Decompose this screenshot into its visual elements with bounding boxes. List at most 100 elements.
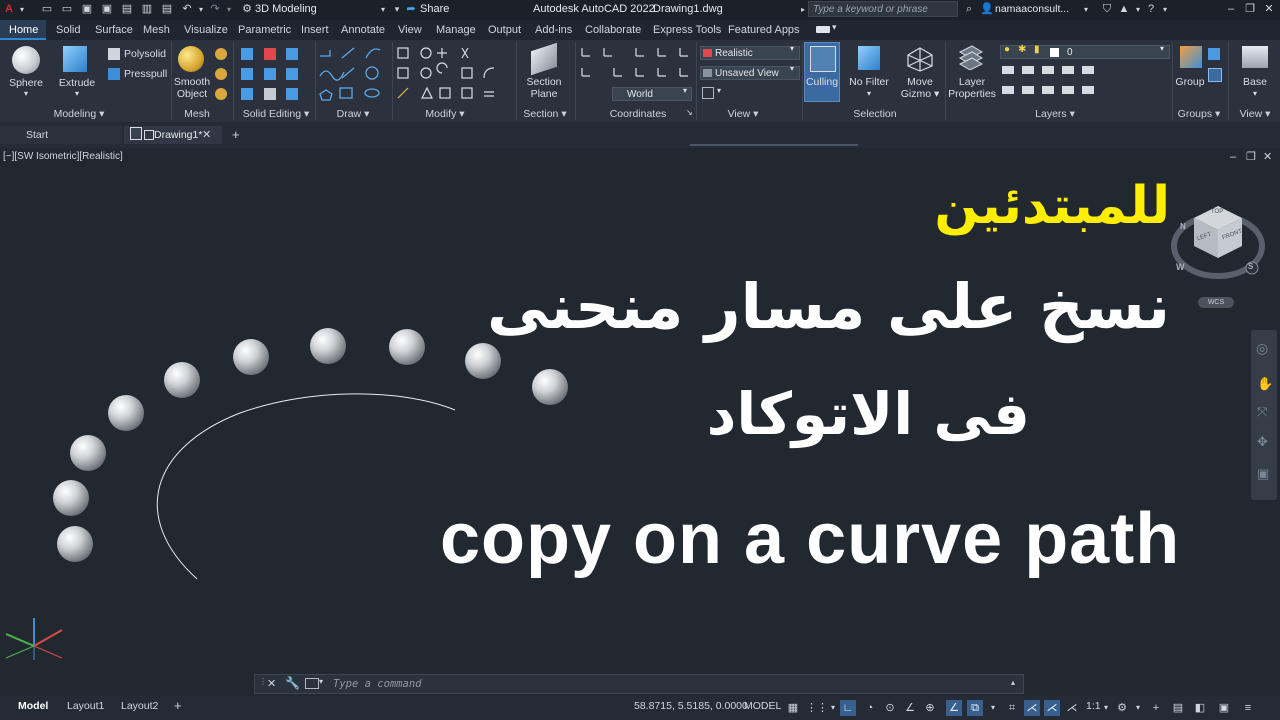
close-command-line-icon[interactable]: ✕ xyxy=(267,677,276,690)
base-view-icon[interactable] xyxy=(1242,46,1268,68)
tab-manage[interactable]: Manage xyxy=(436,24,476,36)
autocad-logo-icon[interactable]: A xyxy=(2,2,16,17)
status-bar-customize-icon[interactable]: ≡ xyxy=(1240,700,1256,716)
polar-icon[interactable]: ◔ xyxy=(862,700,878,716)
smooth-object-button[interactable]: Smooth xyxy=(170,76,214,88)
ribbon-minimize-icon[interactable] xyxy=(816,26,830,33)
user-dropdown-icon[interactable]: ▾ xyxy=(1079,2,1093,17)
refine-mesh-icon[interactable] xyxy=(215,88,227,100)
object-snap-tracking-icon[interactable]: ∠ xyxy=(902,700,918,716)
visual-style-dropdown-icon[interactable]: ▾ xyxy=(790,44,794,53)
selection-cycling-icon[interactable]: ⧉ xyxy=(967,700,983,716)
section-plane-icon[interactable] xyxy=(531,42,557,76)
show-motion-icon[interactable]: ▣ xyxy=(1257,466,1269,482)
layout-tab-layout2[interactable]: Layout2 xyxy=(121,700,158,712)
search-icon[interactable]: ⌕ xyxy=(962,2,976,17)
tab-home[interactable]: Home xyxy=(9,24,38,36)
save-web-icon[interactable]: ▥ xyxy=(140,2,154,17)
section-panel-title[interactable]: Section ▾ xyxy=(514,108,576,121)
sphere-copy[interactable] xyxy=(108,395,144,431)
base-view-dropdown-icon[interactable]: ▾ xyxy=(1249,88,1261,100)
view-panel-title[interactable]: View ▾ xyxy=(708,108,778,121)
user-name[interactable]: namaaconsult... xyxy=(995,3,1069,15)
tab-surface[interactable]: Surface xyxy=(95,24,133,36)
sphere-copy[interactable] xyxy=(233,339,269,375)
viewcube-north-label[interactable]: N xyxy=(1180,222,1186,231)
group-selection-toggle-icon[interactable] xyxy=(1208,68,1222,82)
view2-panel-title[interactable]: View ▾ xyxy=(1230,108,1280,121)
new-file-icon[interactable]: ▭ xyxy=(40,2,54,17)
sphere-copy[interactable] xyxy=(53,480,89,516)
mesh-panel-title[interactable]: Mesh xyxy=(172,108,222,121)
workspace-settings-dropdown-icon[interactable]: ▾ xyxy=(1130,700,1146,716)
annotation-scale-dropdown-icon[interactable]: ▾ xyxy=(1098,700,1114,716)
layer-tools-icons[interactable] xyxy=(1000,64,1094,98)
undo-icon[interactable]: ↶ xyxy=(180,2,194,17)
zoom-extents-icon[interactable]: ⤧ xyxy=(1257,404,1267,420)
viewport-config-dropdown-icon[interactable]: ▾ xyxy=(717,86,721,95)
tab-annotate[interactable]: Annotate xyxy=(341,24,385,36)
sphere-copy[interactable] xyxy=(465,343,501,379)
lineweight-icon[interactable]: ⊕ xyxy=(922,700,938,716)
workspace-dropdown-icon[interactable]: ▾ xyxy=(376,2,390,17)
new-tab-plus-icon[interactable]: + xyxy=(232,127,240,142)
tab-visualize[interactable]: Visualize xyxy=(184,24,228,36)
auto-scale-icon[interactable]: ⋌ xyxy=(1044,700,1060,716)
connect-icon[interactable]: ▲ xyxy=(1117,2,1131,17)
sphere-copy[interactable] xyxy=(389,329,425,365)
command-grip-icon[interactable]: ⋮ xyxy=(259,677,267,686)
tab-parametric[interactable]: Parametric xyxy=(238,24,291,36)
tab-collaborate[interactable]: Collaborate xyxy=(585,24,641,36)
ribbon-minimize-dropdown-icon[interactable]: ▾ xyxy=(832,22,837,33)
open-web-icon[interactable]: ▤ xyxy=(120,2,134,17)
no-filter-dropdown-icon[interactable]: ▾ xyxy=(863,88,875,100)
selection-dropdown-icon[interactable]: ▾ xyxy=(985,700,1001,716)
tab-featured-apps[interactable]: Featured Apps xyxy=(728,24,800,36)
thicken-icon[interactable] xyxy=(286,68,298,80)
tab-mesh[interactable]: Mesh xyxy=(143,24,170,36)
minimize-window-icon[interactable]: – xyxy=(1224,2,1238,17)
presspull-button[interactable]: Presspull xyxy=(124,68,167,80)
help-icon[interactable]: ? xyxy=(1144,2,1158,17)
grid-icon[interactable]: ▦ xyxy=(785,700,801,716)
no-filter-button[interactable]: No Filter xyxy=(844,76,894,88)
snap-dropdown-icon[interactable]: ▾ xyxy=(825,700,841,716)
layer-properties-button-line2[interactable]: Properties xyxy=(946,88,998,100)
layer-properties-button[interactable]: Layer xyxy=(946,76,998,88)
ucs-select-dropdown-icon[interactable]: ▾ xyxy=(683,86,687,95)
modify-panel-title[interactable]: Modify ▾ xyxy=(405,108,485,121)
union-icon[interactable] xyxy=(241,48,253,60)
pan-icon[interactable]: ✋ xyxy=(1257,376,1273,392)
recent-commands-icon[interactable] xyxy=(305,678,319,689)
layers-panel-title[interactable]: Layers ▾ xyxy=(1020,108,1090,121)
draw-panel-title[interactable]: Draw ▾ xyxy=(318,108,388,121)
modify-tools-icons[interactable] xyxy=(396,46,512,104)
cart-icon[interactable]: ⛉ xyxy=(1100,2,1114,17)
current-layer-dropdown-icon[interactable]: ▾ xyxy=(1160,44,1164,53)
mesh-primitive-icon[interactable] xyxy=(215,48,227,60)
tab-output[interactable]: Output xyxy=(488,24,521,36)
no-filter-icon[interactable] xyxy=(858,46,880,70)
base-view-button[interactable]: Base xyxy=(1234,76,1276,88)
share-icon[interactable]: ➦ xyxy=(404,2,418,17)
sphere-copy[interactable] xyxy=(310,328,346,364)
polysolid-button[interactable]: Polysolid xyxy=(124,48,166,60)
layer-properties-icon[interactable] xyxy=(958,44,984,70)
customize-command-icon[interactable]: 🔧 xyxy=(285,676,300,690)
snap-icon[interactable]: ⋮⋮ xyxy=(806,700,828,716)
visual-style-select[interactable]: Realistic xyxy=(700,46,800,60)
draw-tools-icons[interactable] xyxy=(318,46,392,104)
sphere-copy[interactable] xyxy=(164,362,200,398)
groups-panel-title[interactable]: Groups ▾ xyxy=(1174,108,1224,121)
interfere-icon[interactable] xyxy=(241,68,253,80)
section-plane-button-line2[interactable]: Plane xyxy=(520,88,568,100)
section-plane-button[interactable]: Section xyxy=(520,76,568,88)
annotation-monitor-plus-icon[interactable]: + xyxy=(1148,700,1164,716)
model-space-button[interactable]: MODEL xyxy=(744,700,781,712)
tab-view[interactable]: View xyxy=(398,24,422,36)
object-snap-icon[interactable]: ∠ xyxy=(946,700,962,716)
clean-screen-icon[interactable]: ▣ xyxy=(1216,700,1232,716)
workspace-switcher[interactable]: 3D Modeling xyxy=(255,3,317,15)
save-as-icon[interactable]: ▣ xyxy=(100,2,114,17)
extrude-faces-icon[interactable] xyxy=(264,88,276,100)
